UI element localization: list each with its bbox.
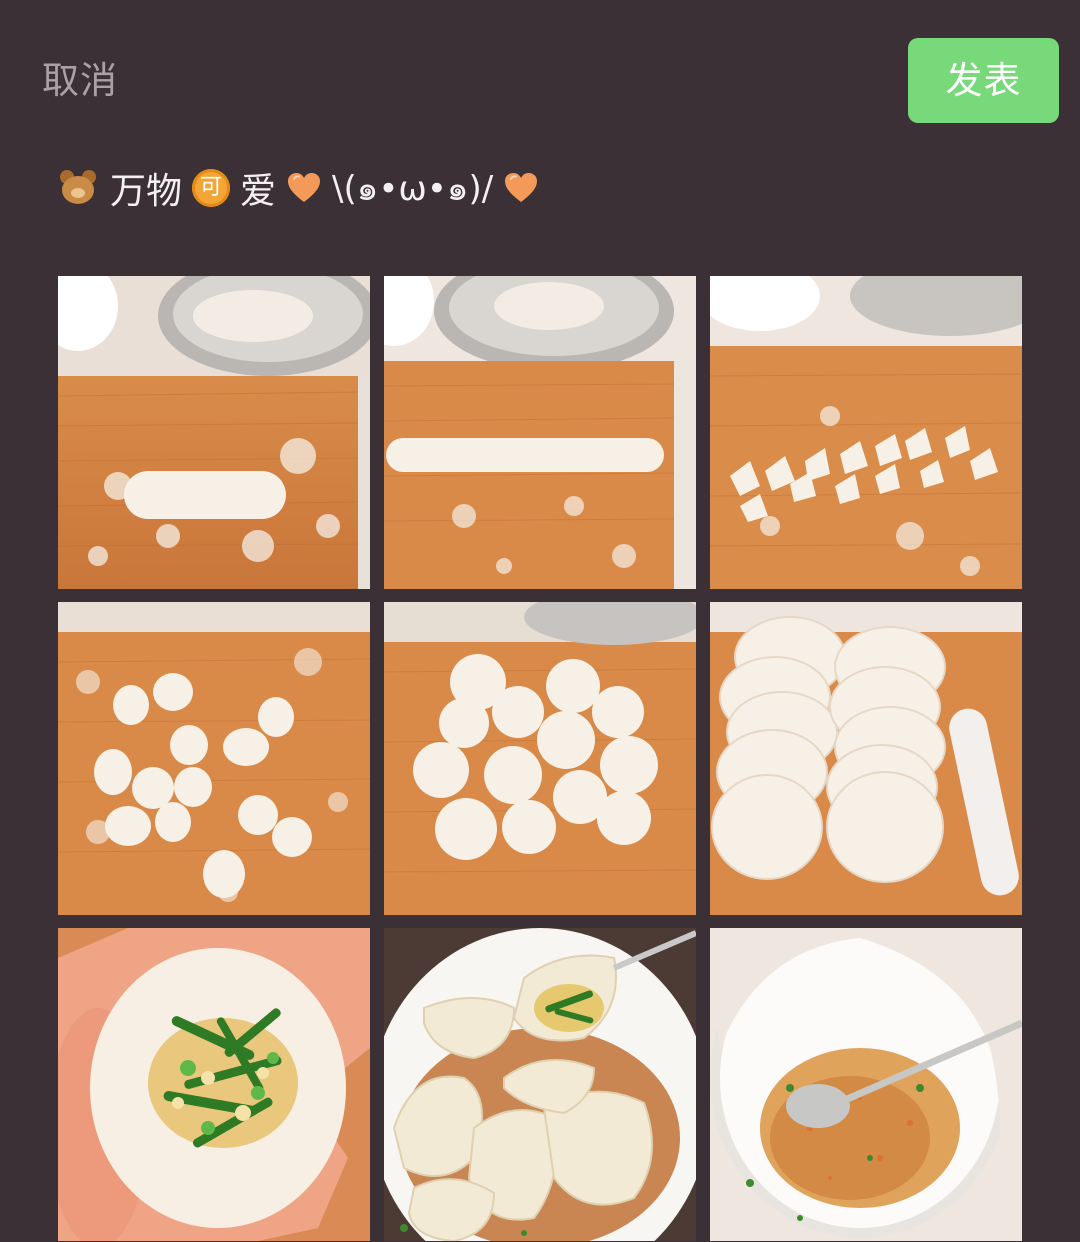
photo-thumbnail-2[interactable] [384, 276, 696, 589]
photo-thumbnail-4[interactable] [58, 602, 370, 915]
photo-thumbnail-5[interactable] [384, 602, 696, 915]
orange-heart-icon [503, 170, 539, 206]
teddy-bear-icon [56, 166, 100, 210]
orange-heart-icon [286, 170, 322, 206]
photo-thumbnail-3[interactable] [710, 276, 1022, 589]
cancel-button[interactable]: 取消 [42, 56, 118, 106]
caption-text-start: 万物 [110, 171, 183, 212]
photo-thumbnail-1[interactable] [58, 276, 370, 589]
photo-thumbnail-8[interactable] [384, 928, 696, 1241]
photo-thumbnail-9[interactable] [710, 928, 1022, 1241]
publish-button[interactable]: 发表 [908, 38, 1059, 123]
caption-text-end: 爱 [240, 171, 277, 212]
photo-grid [58, 276, 1022, 1242]
kaomoji-text: \(๑•ω•๑)/ [332, 169, 494, 209]
ke-badge-icon: 可 [192, 169, 231, 207]
top-bar: 取消 发表 [0, 0, 1080, 150]
photo-thumbnail-6[interactable] [710, 602, 1022, 915]
photo-thumbnail-7[interactable] [58, 928, 370, 1241]
post-caption[interactable]: 万物 可 爱 \(๑•ω•๑)/ [56, 160, 539, 216]
